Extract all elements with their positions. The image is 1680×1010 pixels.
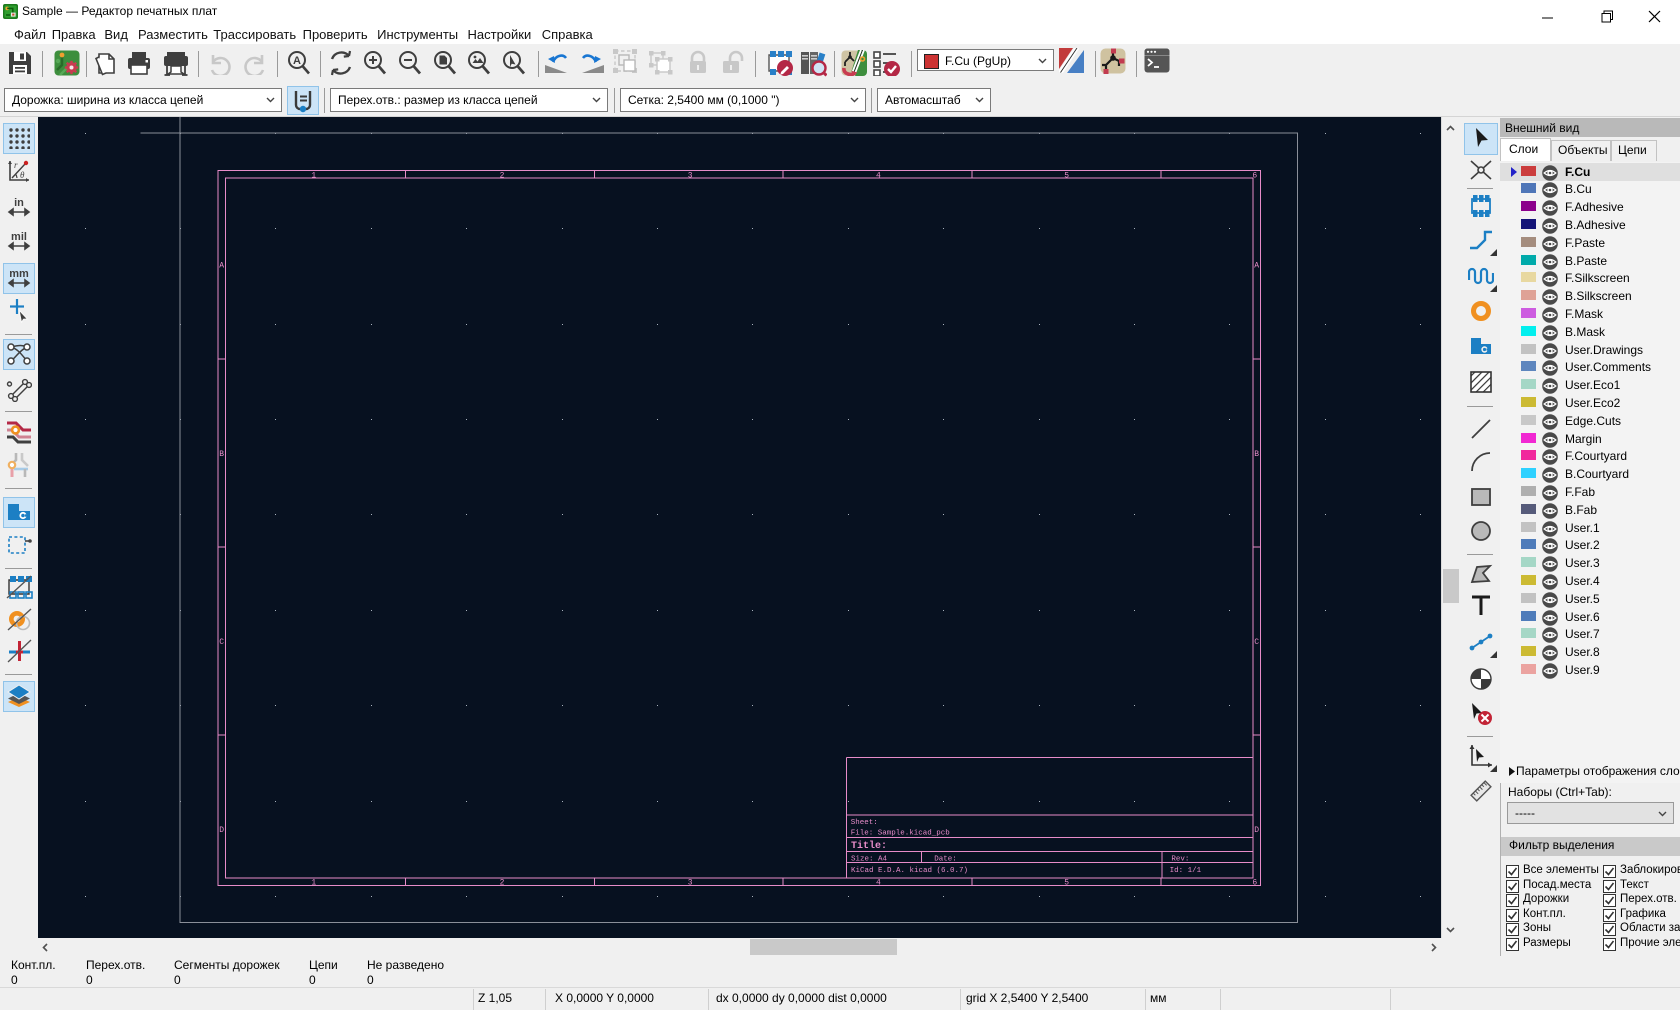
- svg-text:6: 6: [1252, 171, 1257, 180]
- svg-text:C: C: [219, 638, 224, 647]
- svg-text:D: D: [1254, 826, 1259, 835]
- svg-text:θ: θ: [20, 170, 25, 180]
- svg-text:4: 4: [876, 171, 881, 180]
- svg-text:mm: mm: [9, 268, 29, 280]
- svg-text:Rev:: Rev:: [1171, 855, 1189, 863]
- svg-text:1: 1: [311, 171, 316, 180]
- svg-text:5: 5: [1064, 171, 1069, 180]
- svg-text:3: 3: [688, 878, 693, 887]
- svg-text:4: 4: [876, 878, 881, 887]
- svg-text:2: 2: [500, 171, 505, 180]
- svg-text:in: in: [14, 197, 24, 209]
- svg-text:File: Sample.kicad_pcb: File: Sample.kicad_pcb: [851, 829, 950, 837]
- svg-text:3: 3: [688, 171, 693, 180]
- svg-text:2: 2: [500, 878, 505, 887]
- svg-text:Title:: Title:: [851, 840, 887, 852]
- svg-text:A: A: [219, 262, 224, 271]
- svg-text:r: r: [14, 160, 18, 170]
- svg-text:Id: 1/1: Id: 1/1: [1170, 867, 1202, 875]
- svg-text:Date:: Date:: [934, 855, 957, 863]
- svg-text:A: A: [1254, 262, 1259, 271]
- svg-text:6: 6: [1252, 878, 1257, 887]
- svg-text:mil: mil: [11, 231, 27, 243]
- svg-text:KiCad E.D.A. kicad (6.0.7): KiCad E.D.A. kicad (6.0.7): [851, 867, 968, 875]
- svg-text:B: B: [219, 450, 224, 459]
- svg-text:A: A: [293, 55, 301, 67]
- svg-text:Size: A4: Size: A4: [851, 855, 888, 863]
- svg-text:D: D: [219, 826, 224, 835]
- svg-text:5: 5: [1064, 878, 1069, 887]
- svg-text:B: B: [1254, 450, 1259, 459]
- svg-text:1: 1: [311, 878, 316, 887]
- svg-text:C: C: [1254, 638, 1259, 647]
- svg-text:Sheet:: Sheet:: [851, 819, 878, 827]
